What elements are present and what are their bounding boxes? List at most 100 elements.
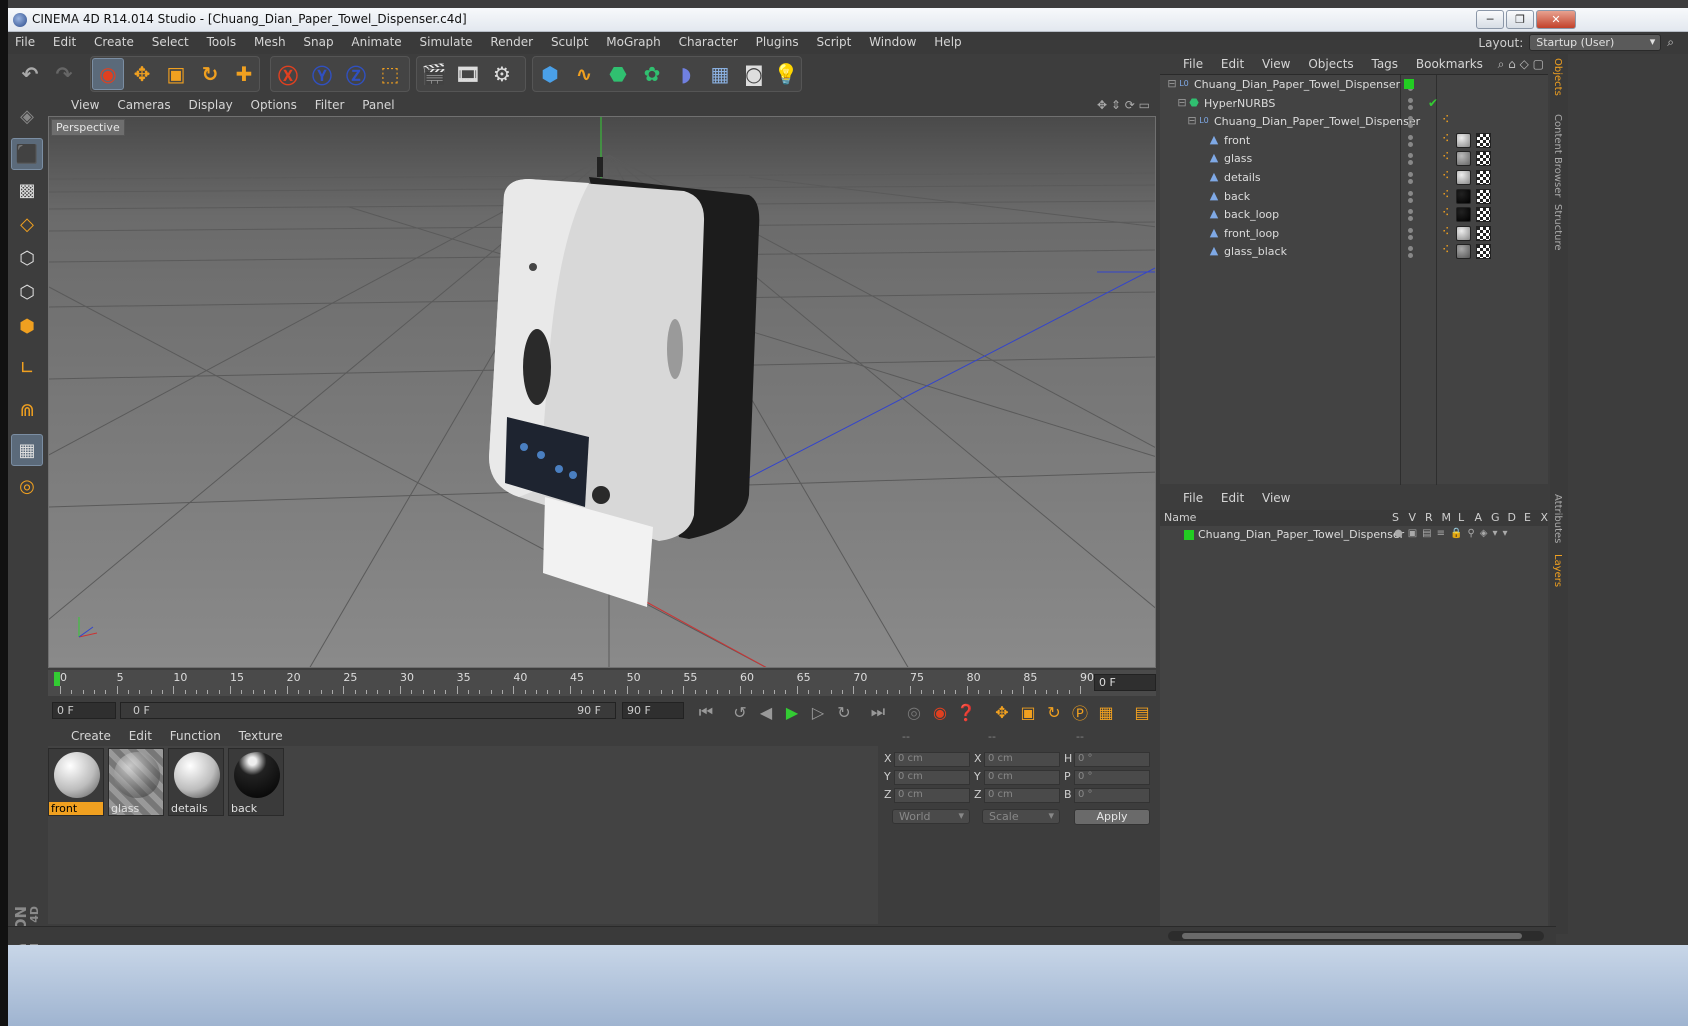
scale-key-icon[interactable]: ▣: [1016, 700, 1040, 724]
menu-file[interactable]: File: [8, 32, 42, 52]
objects-menu-view[interactable]: View: [1255, 54, 1297, 74]
objects-menu-objects[interactable]: Objects: [1301, 54, 1360, 74]
edges-mode-icon[interactable]: ⬡: [11, 276, 43, 308]
editor-visibility-dot[interactable]: [1408, 153, 1413, 159]
render-visibility-dot[interactable]: [1408, 104, 1413, 110]
objects-menu-bookmarks[interactable]: Bookmarks: [1409, 54, 1490, 74]
frame-range-slider[interactable]: 0 F 90 F: [120, 702, 616, 719]
uvw-tag-icon[interactable]: [1476, 225, 1491, 241]
viewport-menu-cameras[interactable]: Cameras: [110, 96, 177, 114]
phong-tag-icon[interactable]: ⠪: [1442, 190, 1449, 201]
viewport-menu-display[interactable]: Display: [181, 96, 239, 114]
objects-menu-edit[interactable]: Edit: [1214, 54, 1251, 74]
material-tag-icon[interactable]: [1456, 151, 1471, 167]
editor-visibility-dot[interactable]: [1408, 209, 1413, 215]
render-visibility-dot[interactable]: [1408, 179, 1413, 184]
uvw-tag-icon[interactable]: [1476, 132, 1491, 148]
render-visibility-dot[interactable]: [1408, 216, 1413, 222]
object-row[interactable]: ▲ glass ⠪: [1160, 150, 1548, 168]
snapping-icon[interactable]: ⋒: [11, 394, 43, 426]
rotation-b-field[interactable]: 0 °: [1074, 788, 1150, 803]
coordinate-space-dropdown[interactable]: World: [892, 809, 970, 824]
keyframe-selection-icon[interactable]: ❓: [954, 700, 978, 724]
tab-structure[interactable]: Structure: [1552, 204, 1563, 251]
size-y-field[interactable]: 0 cm: [984, 770, 1060, 785]
menu-render[interactable]: Render: [483, 32, 540, 52]
rotation-h-field[interactable]: 0 °: [1074, 752, 1150, 767]
object-row[interactable]: ⊟ L0 Chuang_Dian_Paper_Towel_Dispenser ⠪: [1160, 113, 1548, 131]
nurbs-icon[interactable]: ⬣: [602, 58, 634, 90]
expand-toggle-icon[interactable]: [1196, 208, 1208, 220]
menu-mograph[interactable]: MoGraph: [599, 32, 668, 52]
menu-plugins[interactable]: Plugins: [749, 32, 806, 52]
editor-visibility-dot[interactable]: [1408, 190, 1413, 196]
editor-visibility-dot[interactable]: [1408, 172, 1413, 177]
object-row[interactable]: ⊟ L0 Chuang_Dian_Paper_Towel_Dispenser: [1160, 76, 1548, 94]
search-icon[interactable]: ⌕: [1667, 35, 1674, 50]
objects-menu-file[interactable]: File: [1176, 54, 1210, 74]
camera-icon[interactable]: ◙: [738, 58, 770, 90]
expand-toggle-icon[interactable]: ⊟: [1186, 115, 1198, 127]
rotation-p-field[interactable]: 0 °: [1074, 770, 1150, 785]
live-selection-icon[interactable]: ◉: [92, 58, 124, 90]
menu-script[interactable]: Script: [809, 32, 858, 52]
menu-mesh[interactable]: Mesh: [247, 32, 293, 52]
phong-tag-icon[interactable]: ⠪: [1442, 171, 1449, 182]
workplane-mode-icon[interactable]: ◇: [11, 208, 43, 240]
position-y-field[interactable]: 0 cm: [894, 770, 970, 785]
phong-tag-icon[interactable]: ⠪: [1442, 245, 1449, 256]
start-frame-field[interactable]: 0 F: [52, 702, 116, 719]
autokeying-icon[interactable]: ◉: [928, 700, 952, 724]
material-front[interactable]: front: [48, 748, 104, 816]
render-picture-viewer-icon[interactable]: 🎞: [452, 58, 484, 90]
object-row[interactable]: ▲ back ⠪: [1160, 188, 1548, 206]
3d-viewport[interactable]: Perspective: [48, 116, 1156, 668]
next-key-icon[interactable]: ↻: [832, 700, 856, 724]
editor-visibility-dot[interactable]: [1408, 227, 1413, 233]
z-axis-lock-icon[interactable]: Ⓩ: [340, 58, 372, 90]
close-button[interactable]: ✕: [1536, 10, 1576, 29]
menu-select[interactable]: Select: [145, 32, 196, 52]
layer-horizontal-scrollbar[interactable]: [1168, 931, 1544, 941]
recent-tool-icon[interactable]: ✚: [228, 58, 260, 90]
point-level-animation-icon[interactable]: ▦: [1094, 700, 1118, 724]
phong-tag-icon[interactable]: ⠪: [1442, 134, 1449, 145]
size-mode-dropdown[interactable]: Scale: [982, 809, 1060, 824]
apply-button[interactable]: Apply: [1074, 809, 1150, 825]
light-icon[interactable]: 💡: [770, 58, 802, 90]
enabled-check-icon[interactable]: ✔: [1428, 96, 1438, 110]
locked-workplane-icon[interactable]: ◎: [11, 470, 43, 502]
minimize-button[interactable]: ─: [1476, 10, 1504, 29]
layer-row[interactable]: Chuang_Dian_Paper_Towel_Dispenser ●▣▤≡🔒⚲…: [1160, 526, 1548, 544]
array-icon[interactable]: ✿: [636, 58, 668, 90]
material-menu-create[interactable]: Create: [64, 728, 118, 744]
object-row[interactable]: ▲ details ⠪: [1160, 169, 1548, 187]
coordinate-system-icon[interactable]: ⬚: [374, 58, 406, 90]
editor-visibility-dot[interactable]: [1408, 246, 1413, 252]
tab-content-browser[interactable]: Content Browser: [1552, 114, 1563, 197]
go-to-end-icon[interactable]: ⏭: [866, 700, 890, 724]
layer-column-l[interactable]: L: [1458, 511, 1464, 524]
material-tag-icon[interactable]: [1456, 132, 1471, 148]
layers-menu-edit[interactable]: Edit: [1214, 490, 1251, 506]
play-forward-icon[interactable]: ▶: [780, 700, 804, 724]
phong-tag-icon[interactable]: ⠪: [1442, 227, 1449, 238]
material-menu-function[interactable]: Function: [163, 728, 228, 744]
menu-animate[interactable]: Animate: [344, 32, 408, 52]
x-axis-lock-icon[interactable]: Ⓧ: [272, 58, 304, 90]
next-frame-icon[interactable]: ▷: [806, 700, 830, 724]
layer-column-e[interactable]: E: [1524, 511, 1531, 524]
menu-edit[interactable]: Edit: [46, 32, 83, 52]
viewport-menu-panel[interactable]: Panel: [355, 96, 401, 114]
render-visibility-dot[interactable]: [1408, 197, 1413, 203]
menu-create[interactable]: Create: [87, 32, 141, 52]
editor-visibility-dot[interactable]: [1408, 134, 1413, 140]
previous-key-icon[interactable]: ↺: [728, 700, 752, 724]
material-tag-icon[interactable]: [1456, 170, 1471, 185]
object-row[interactable]: ▲ back_loop ⠪: [1160, 206, 1548, 224]
previous-frame-icon[interactable]: ◀: [754, 700, 778, 724]
undo-icon[interactable]: ↶: [14, 58, 46, 90]
phong-tag-icon[interactable]: ⠪: [1442, 115, 1449, 126]
go-to-start-icon[interactable]: ⏮: [694, 700, 718, 724]
render-visibility-dot[interactable]: [1408, 160, 1413, 166]
